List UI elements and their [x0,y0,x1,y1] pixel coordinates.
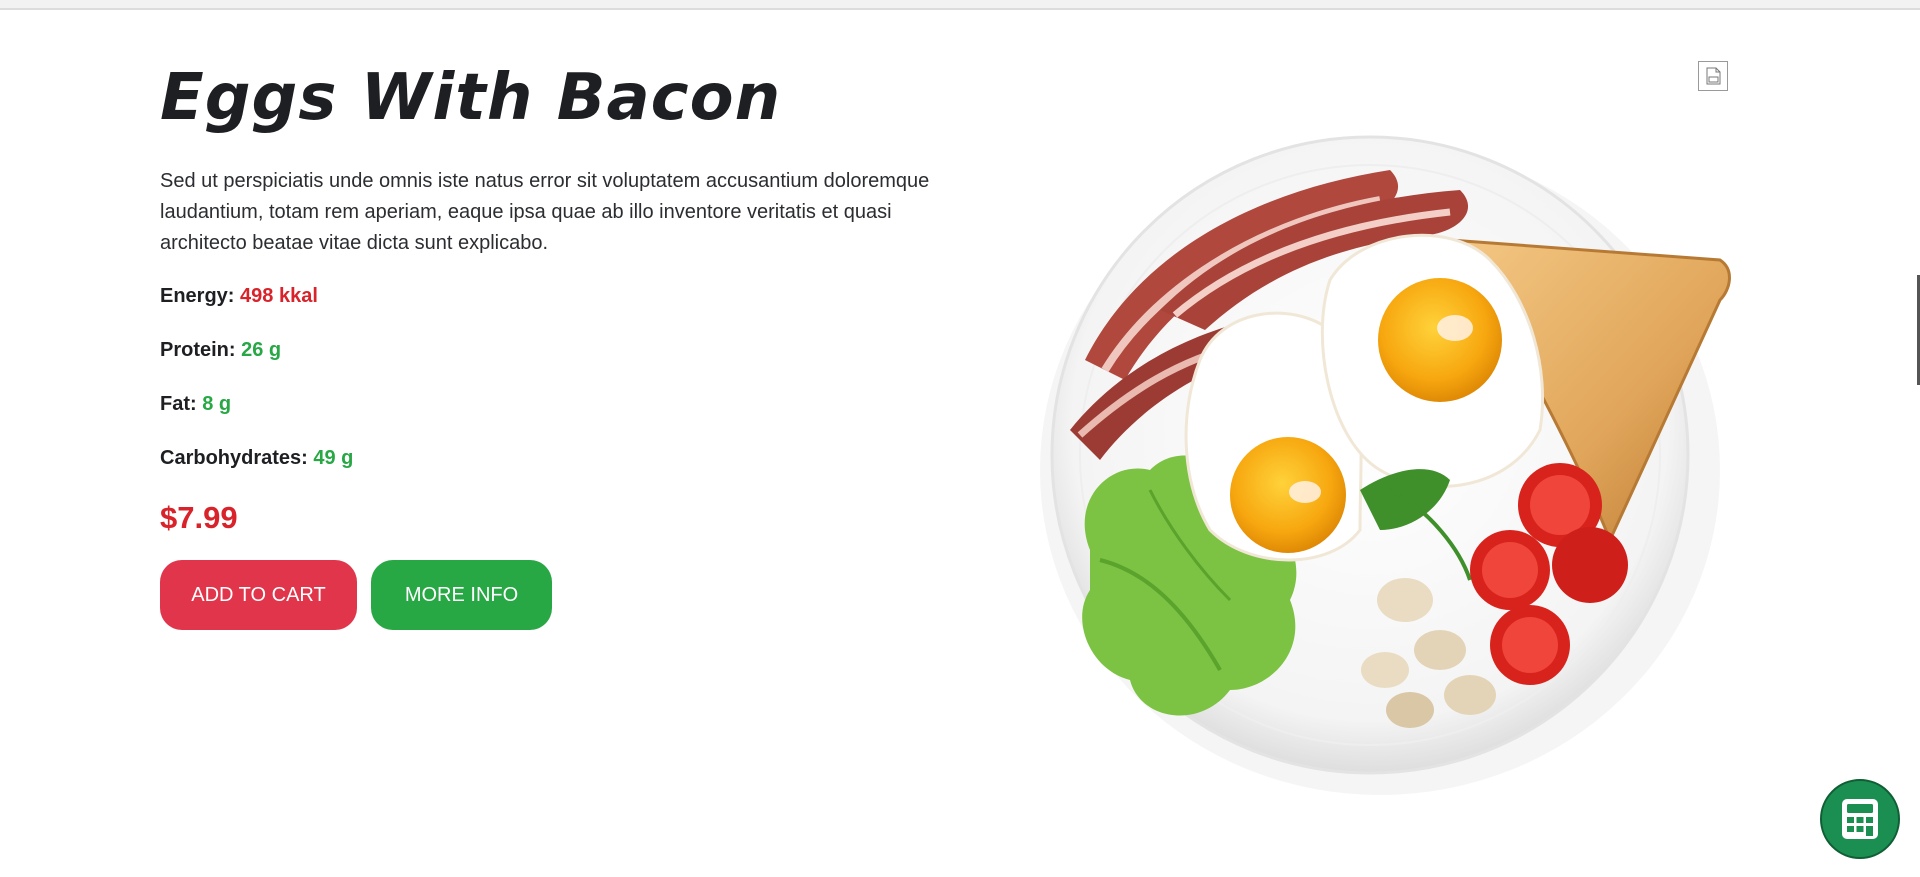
nutrition-value: 26 g [241,339,282,361]
nutrition-label: Energy: [160,285,235,307]
product-info: Eggs With Bacon Sed ut perspiciatis unde… [160,62,960,630]
top-divider [0,0,1920,10]
nutrition-value: 498 kkal [240,285,318,307]
nutrition-energy: Energy: 498 kkal [160,285,960,308]
product-description: Sed ut perspiciatis unde omnis iste natu… [160,170,930,254]
nutrition-value: 8 g [202,393,232,415]
nutrition-value: 49 g [313,447,354,469]
nutrition-protein: Protein: 26 g [160,339,960,362]
product-price: $7.99 [160,500,238,535]
calculator-icon [1842,799,1878,839]
nutrition-label: Protein: [160,339,236,361]
nutrition-fat: Fat: 8 g [160,393,960,416]
nutrition-label: Fat: [160,393,197,415]
product-title: Eggs With Bacon [160,61,782,135]
broken-image-icon [1698,61,1728,91]
action-buttons: ADD TO CART MORE INFO [160,560,960,630]
calculator-button[interactable] [1820,779,1900,859]
product-image [1040,135,1731,795]
nutrition-carbohydrates: Carbohydrates: 49 g [160,447,960,470]
more-info-button[interactable]: MORE INFO [371,560,552,630]
add-to-cart-button[interactable]: ADD TO CART [160,560,357,630]
nutrition-label: Carbohydrates: [160,447,308,469]
